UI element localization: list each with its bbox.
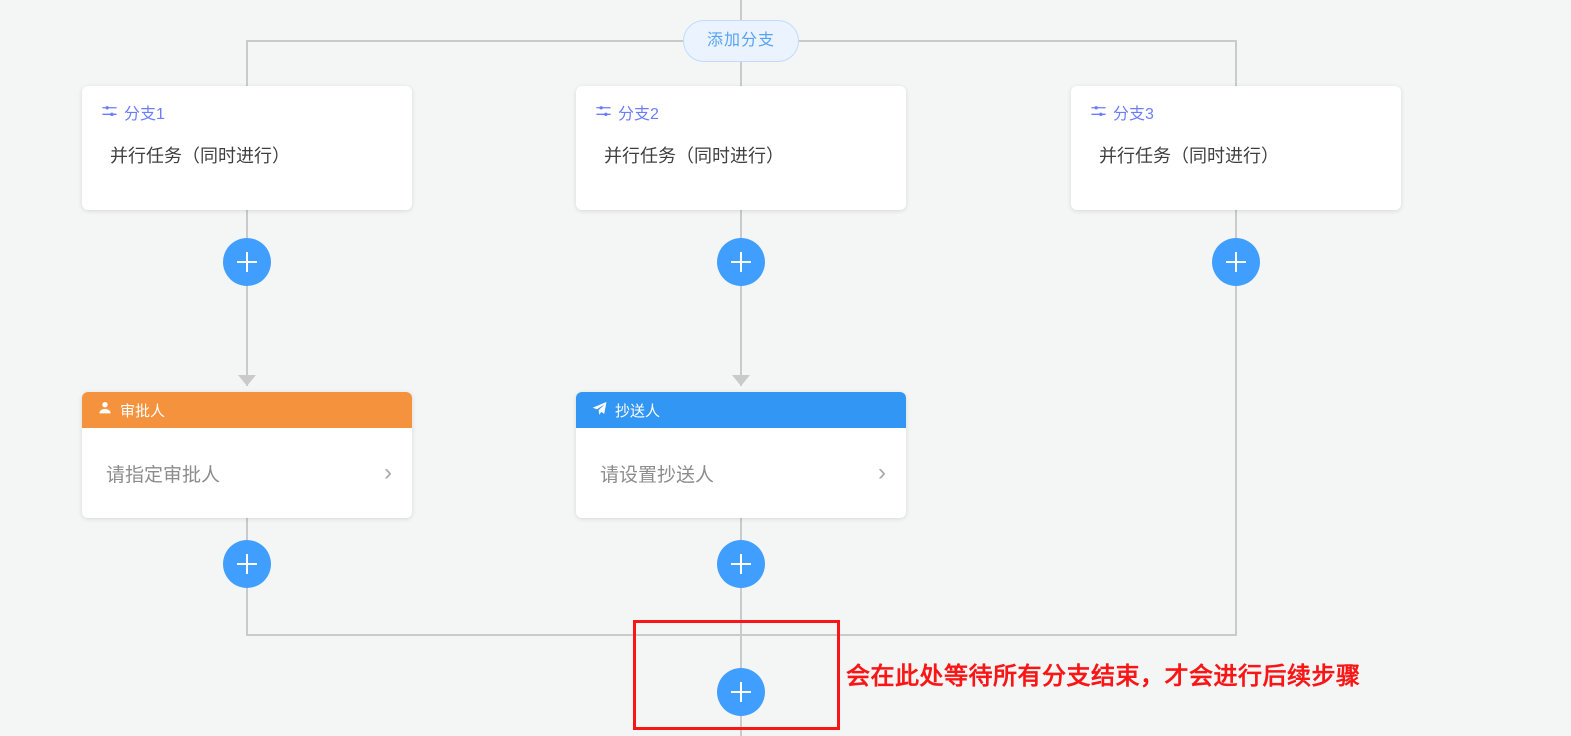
add-node-button-after-approver[interactable]	[223, 540, 271, 588]
merge-highlight-box	[633, 620, 840, 730]
connector-col2-a	[740, 210, 742, 386]
merge-annotation-label: 会在此处等待所有分支结束，才会进行后续步骤	[846, 663, 1361, 690]
branch-card-1[interactable]: 分支1 并行任务（同时进行）	[82, 86, 412, 210]
cc-card[interactable]: 抄送人 请设置抄送人 ›	[576, 392, 906, 518]
cc-card-body[interactable]: 请设置抄送人 ›	[576, 428, 906, 518]
branch-card-3-label: 分支3	[1113, 105, 1154, 123]
branch-card-3-body: 并行任务（同时进行）	[1099, 146, 1279, 166]
add-node-button-after-cc[interactable]	[717, 540, 765, 588]
sliders-icon	[102, 104, 117, 125]
connector-col1-a	[246, 210, 248, 386]
approver-card-body[interactable]: 请指定审批人 ›	[82, 428, 412, 518]
branch-card-2[interactable]: 分支2 并行任务（同时进行）	[576, 86, 906, 210]
cc-card-header: 抄送人	[576, 392, 906, 428]
branch-card-2-body: 并行任务（同时进行）	[604, 146, 784, 166]
chevron-right-icon: ›	[384, 459, 392, 486]
connector-branch3-drop	[1235, 40, 1237, 87]
connector-branch2-drop	[740, 60, 742, 87]
branch-card-2-title: 分支2	[596, 104, 886, 125]
person-icon	[98, 401, 112, 419]
branch-card-1-label: 分支1	[124, 105, 165, 123]
sliders-icon	[596, 104, 611, 125]
approver-value: 请指定审批人	[106, 464, 221, 486]
add-node-button-branch3[interactable]	[1212, 238, 1260, 286]
connector-branch-bus-left	[246, 40, 684, 42]
chevron-right-icon: ›	[878, 459, 886, 486]
workflow-canvas: 添加分支 分支1 并行任务（同时进行） 分支2 并行任务（同时进行） 分支3 并…	[0, 0, 1571, 736]
add-node-button-branch1[interactable]	[223, 238, 271, 286]
branch-card-1-body: 并行任务（同时进行）	[110, 146, 290, 166]
branch-card-1-title: 分支1	[102, 104, 392, 125]
connector-branch1-drop	[246, 40, 248, 87]
cc-value: 请设置抄送人	[600, 464, 715, 486]
add-branch-button[interactable]: 添加分支	[683, 20, 799, 62]
sliders-icon	[1091, 104, 1106, 125]
approver-card[interactable]: 审批人 请指定审批人 ›	[82, 392, 412, 518]
arrow-head-col1	[238, 375, 256, 386]
add-node-button-branch2[interactable]	[717, 238, 765, 286]
approver-card-title: 审批人	[120, 402, 166, 420]
cc-card-title: 抄送人	[615, 402, 661, 420]
paper-plane-icon	[592, 401, 607, 420]
arrow-head-col2	[732, 375, 750, 386]
connector-root-top	[740, 0, 742, 22]
connector-branch-bus-right	[798, 40, 1237, 42]
approver-card-header: 审批人	[82, 392, 412, 428]
branch-card-3-title: 分支3	[1091, 104, 1381, 125]
branch-card-3[interactable]: 分支3 并行任务（同时进行）	[1071, 86, 1401, 210]
branch-card-2-label: 分支2	[618, 105, 659, 123]
